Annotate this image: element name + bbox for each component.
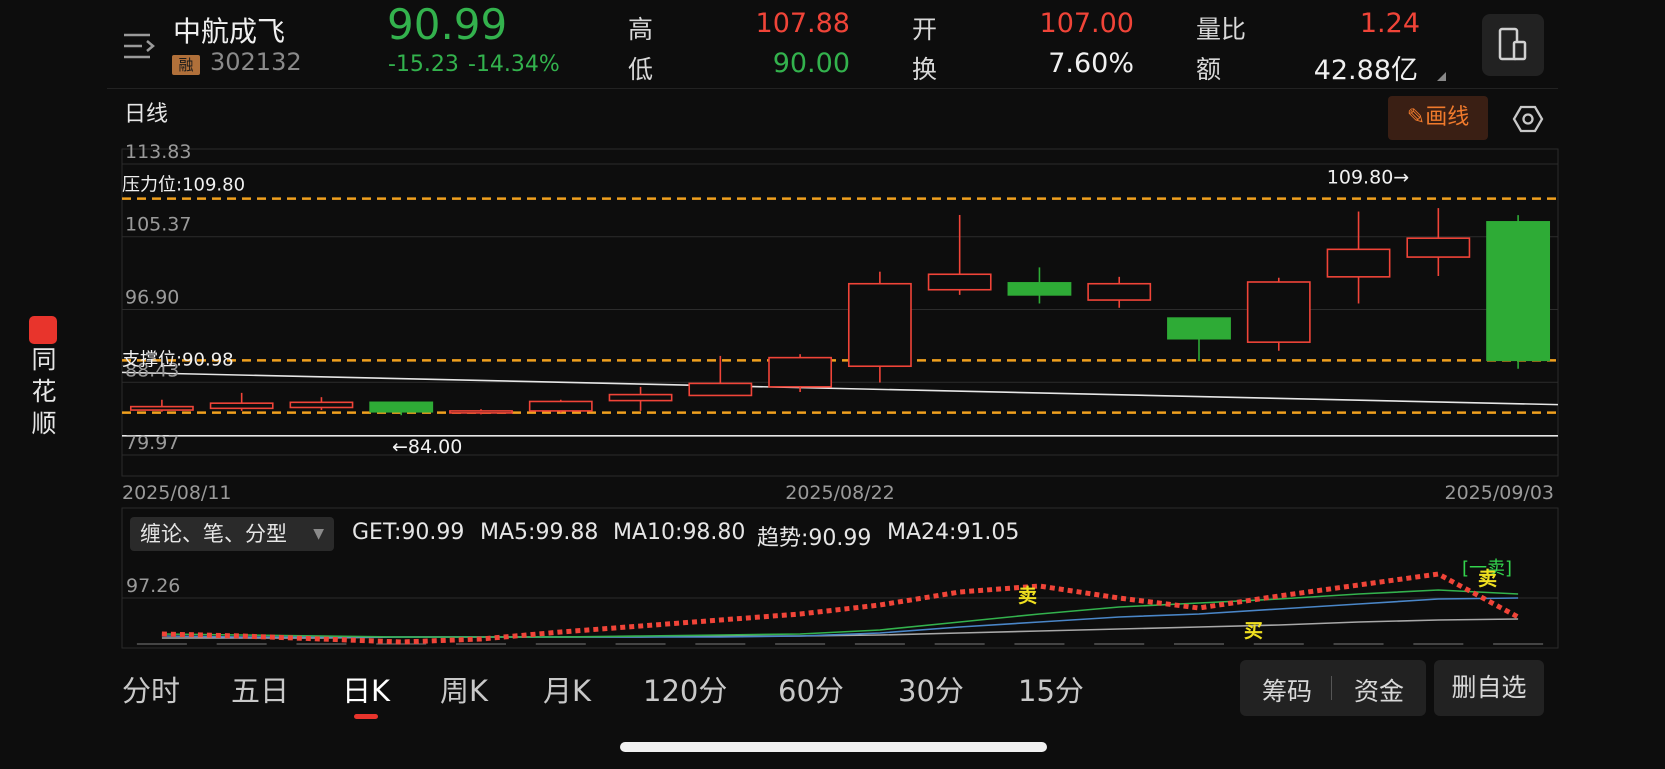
candle-body — [768, 356, 833, 388]
x-tick-label: 2025/08/22 — [785, 482, 895, 504]
resistance-label: 压力位:109.80 — [122, 175, 245, 196]
legend-ma24: MA24:91.05 — [887, 520, 1020, 545]
buy-signal-label: 买 — [1244, 620, 1263, 642]
stat-key-amount: 额 — [1196, 55, 1222, 84]
candle-body — [209, 402, 274, 410]
ma10-line — [161, 597, 1519, 638]
candle-body — [1486, 221, 1551, 362]
button-divider — [1331, 676, 1332, 700]
tab-daily-k[interactable]: 日K — [342, 668, 390, 710]
ma5-line — [161, 589, 1519, 638]
stat-value-amount: 42.88亿 — [1313, 55, 1418, 86]
candle-body — [1406, 237, 1471, 258]
candle-body — [289, 401, 354, 409]
legend-ma5: MA5:99.88 — [480, 520, 599, 545]
sell-signal-label: 卖 — [1478, 568, 1497, 590]
indicator-select-label: 缠论、笔、分型 — [140, 522, 287, 546]
stat-key-open: 开 — [912, 15, 938, 44]
chart-settings-icon[interactable] — [1512, 103, 1544, 135]
candle-body — [608, 393, 673, 402]
candle-body — [1167, 317, 1231, 340]
active-tab-indicator — [354, 714, 378, 719]
y-tick-label: 79.97 — [125, 432, 179, 454]
draw-line-label: 画线 — [1425, 105, 1470, 130]
candle-body — [847, 282, 912, 368]
stat-key-turnover: 换 — [912, 55, 938, 84]
chart-period-label: 日线 — [124, 102, 169, 127]
candle-body — [688, 382, 753, 397]
tab-120min[interactable]: 120分 — [643, 668, 727, 710]
tab-30min[interactable]: 30分 — [898, 668, 964, 710]
kline-chart[interactable]: 113.83105.3796.9088.4379.972025/08/11 202… — [0, 140, 1665, 660]
stat-value-open: 107.00 — [1039, 8, 1134, 39]
stat-value-turnover: 7.60% — [1048, 48, 1134, 79]
indicator-select[interactable]: 缠论、笔、分型 ▼ — [130, 517, 334, 551]
candle-body — [528, 400, 593, 412]
x-tick-label: 2025/08/11 — [122, 482, 232, 504]
candle-body — [1246, 281, 1311, 343]
candle-body — [1087, 282, 1152, 301]
tab-60min[interactable]: 60分 — [778, 668, 844, 710]
candle-body — [1326, 248, 1391, 278]
tab-weekly-k[interactable]: 周K — [440, 668, 488, 710]
resistance-arrow-label: 109.80→ — [1327, 167, 1409, 189]
indicator-y-tick: 97.26 — [126, 575, 180, 597]
stat-value-low: 90.00 — [772, 48, 850, 79]
current-price: 90.99 — [387, 0, 508, 49]
tab-15min[interactable]: 15分 — [1018, 668, 1084, 710]
device-switch-button[interactable] — [1482, 14, 1544, 76]
price-change: -15.23 — [388, 52, 459, 77]
trend-line — [121, 371, 1559, 406]
price-change-pct: -14.34% — [468, 52, 560, 77]
margin-badge: 融 — [172, 55, 200, 75]
candle-body — [449, 410, 513, 414]
stat-value-high: 107.88 — [755, 8, 850, 39]
legend-trend: 趋势:90.99 — [757, 526, 872, 551]
y-tick-label: 113.83 — [125, 141, 191, 163]
menu-icon[interactable] — [122, 28, 158, 64]
remove-watchlist-button[interactable]: 删自选 — [1434, 660, 1544, 716]
caret-down-icon: ▼ — [313, 526, 324, 542]
candle-body — [927, 273, 992, 291]
draw-line-button[interactable]: ✎画线 — [1388, 96, 1488, 140]
legend-get: GET:90.99 — [352, 520, 465, 545]
tab-monthly-k[interactable]: 月K — [543, 668, 591, 710]
stat-key-low: 低 — [628, 55, 654, 84]
y-tick-label: 96.90 — [125, 287, 179, 309]
stat-value-volume-ratio: 1.24 — [1359, 8, 1420, 39]
chip-distribution-button[interactable]: 筹码 — [1262, 672, 1312, 708]
stock-code: 302132 — [210, 48, 302, 76]
y-tick-label: 105.37 — [125, 214, 191, 236]
x-tick-label: 2025/09/03 — [1444, 482, 1554, 504]
home-indicator — [620, 742, 1047, 752]
tab-intraday[interactable]: 分时 — [122, 668, 180, 710]
header-divider — [107, 88, 1558, 89]
stat-key-volume-ratio: 量比 — [1196, 15, 1247, 44]
stat-key-high: 高 — [628, 15, 654, 44]
expand-corner-icon[interactable] — [1437, 72, 1446, 81]
candle-body — [129, 405, 194, 411]
low-marker-label: ←84.00 — [392, 436, 462, 458]
candle-body — [1007, 282, 1072, 296]
fund-flow-button[interactable]: 资金 — [1354, 672, 1404, 708]
pencil-icon: ✎ — [1406, 105, 1426, 130]
sell-signal-label: 卖 — [1018, 585, 1037, 607]
tab-five-day[interactable]: 五日 — [231, 668, 289, 710]
stock-name[interactable]: 中航成飞 — [173, 10, 285, 50]
phone-icon — [1498, 27, 1527, 61]
candle-body — [369, 401, 434, 413]
support-label: 支撑位:90.98 — [122, 349, 234, 370]
legend-ma10: MA10:98.80 — [613, 520, 746, 545]
